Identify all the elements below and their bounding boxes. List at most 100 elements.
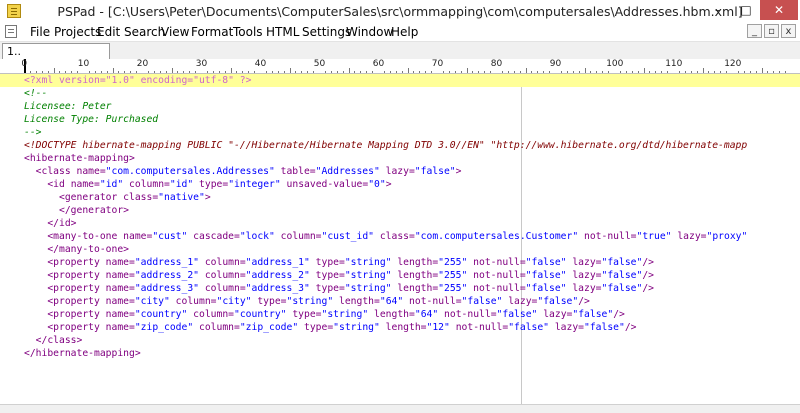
ruler-tick (183, 71, 185, 73)
code-token: lazy= (566, 270, 602, 281)
code-token: "false" (572, 309, 614, 320)
code-token: "255" (438, 257, 468, 268)
code-token: "false" (461, 296, 503, 307)
tab-bar: 1.. Addresses.hbm.xml (0, 42, 800, 73)
menu-file[interactable]: File (30, 25, 50, 39)
ruler-tick (720, 71, 722, 73)
close-button[interactable]: ✕ (760, 0, 798, 20)
code-token: name= (105, 296, 135, 307)
ruler-tick (448, 71, 450, 73)
ruler-tick (726, 71, 728, 73)
code-token: /> (624, 322, 637, 333)
code-token: type= (286, 309, 322, 320)
ruler-label: 120 (724, 59, 742, 69)
menu-format[interactable]: Format (191, 25, 233, 39)
ruler-tick (289, 68, 291, 73)
code-token: "string" (344, 270, 392, 281)
document-icon[interactable] (5, 25, 17, 38)
menu-projects[interactable]: Projects (54, 25, 101, 39)
code-token: "false" (601, 283, 643, 294)
ruler-tick (566, 71, 568, 73)
ruler-tick (690, 71, 692, 73)
code-line: <property name="zip_code" column="zip_co… (24, 321, 637, 334)
ruler-tick (65, 71, 67, 73)
code-token: length= (379, 322, 427, 333)
ruler-tick (212, 71, 214, 73)
code-token: "lock" (239, 231, 275, 242)
ruler-tick (313, 71, 315, 73)
menu-html[interactable]: HTML (266, 25, 299, 39)
code-line: </hibernate-mapping> (24, 347, 141, 360)
ruler-tick (714, 71, 716, 73)
ruler-tick (94, 71, 96, 73)
code-token: table= (274, 166, 316, 177)
code-token: "zip_code" (134, 322, 194, 333)
menu-view[interactable]: View (161, 25, 189, 39)
ruler-tick (360, 71, 362, 73)
code-token: <many-to-one (47, 231, 124, 242)
code-token: "id" (169, 179, 194, 190)
menu-window[interactable]: Window (346, 25, 393, 39)
code-line: <id name="id" column="id" type="integer"… (24, 178, 391, 191)
code-token: type= (251, 296, 287, 307)
menu-settings[interactable]: Settings (302, 25, 351, 39)
menu-tools[interactable]: Tools (233, 25, 263, 39)
code-token: "cust" (152, 231, 188, 242)
code-line: <many-to-one name="cust" cascade="lock" … (24, 230, 747, 243)
menu-edit[interactable]: Edit (97, 25, 120, 39)
code-token: License Type: Purchased (24, 114, 159, 125)
code-line: License Type: Purchased (24, 113, 158, 126)
code-editor[interactable]: <?xml version="1.0" encoding="utf-8" ?> <… (0, 74, 800, 404)
minimize-button[interactable]: – (704, 0, 732, 20)
code-token: /> (578, 296, 590, 307)
code-line: <hibernate-mapping> (24, 152, 135, 165)
code-token: name= (105, 283, 135, 294)
code-line: <property name="address_1" column="addre… (24, 256, 654, 269)
document-close-button[interactable]: x (781, 24, 796, 38)
code-token: "proxy" (706, 231, 748, 242)
ruler-tick (41, 71, 43, 73)
ruler-tick (678, 71, 680, 73)
ruler-tick (112, 68, 114, 73)
code-token: name= (76, 166, 106, 177)
code-line: </class> (24, 334, 83, 347)
ruler-tick (543, 71, 545, 73)
code-line: Licensee: Peter (24, 100, 112, 113)
menu-help[interactable]: Help (391, 25, 418, 39)
code-token: lazy= (549, 322, 585, 333)
code-line: <generator class="native"> (24, 191, 211, 204)
ruler-label: 10 (77, 59, 90, 69)
code-token: length= (368, 309, 415, 320)
ruler-tick (537, 71, 539, 73)
ruler-tick (136, 71, 138, 73)
ruler-tick (354, 71, 356, 73)
column-ruler: 0 10 20 30 40 50 60 70 80 90 100 110 120 (0, 59, 800, 74)
ruler-tick (342, 71, 344, 73)
ruler-label: 40 (254, 59, 267, 69)
code-token: <property (47, 283, 106, 294)
document-restore-button[interactable]: ▫ (764, 24, 779, 38)
document-minimize-button[interactable]: _ (747, 24, 762, 38)
ruler-tick (749, 71, 751, 73)
code-token: "com.computersales.Addresses" (105, 166, 275, 177)
maximize-button[interactable]: □ (732, 0, 760, 20)
code-token: "64" (379, 296, 404, 307)
code-token: "com.computersales.Customer" (414, 231, 579, 242)
code-line: <!DOCTYPE hibernate-mapping PUBLIC "-//H… (24, 139, 747, 152)
ruler-tick (283, 71, 285, 73)
ruler-tick (696, 71, 698, 73)
ruler-tick (301, 71, 303, 73)
code-token: </class> (35, 335, 83, 346)
code-token: name= (123, 231, 153, 242)
ruler-tick (431, 71, 433, 73)
tab-addresses-hbm-xml[interactable]: 1.. Addresses.hbm.xml (2, 43, 115, 73)
ruler-tick (519, 71, 521, 73)
ruler-tick (501, 71, 503, 73)
title-bar: PSPad - [C:\Users\Peter\Documents\Comput… (0, 0, 800, 22)
ruler-tick (189, 71, 191, 73)
menu-search[interactable]: Search (124, 25, 165, 39)
